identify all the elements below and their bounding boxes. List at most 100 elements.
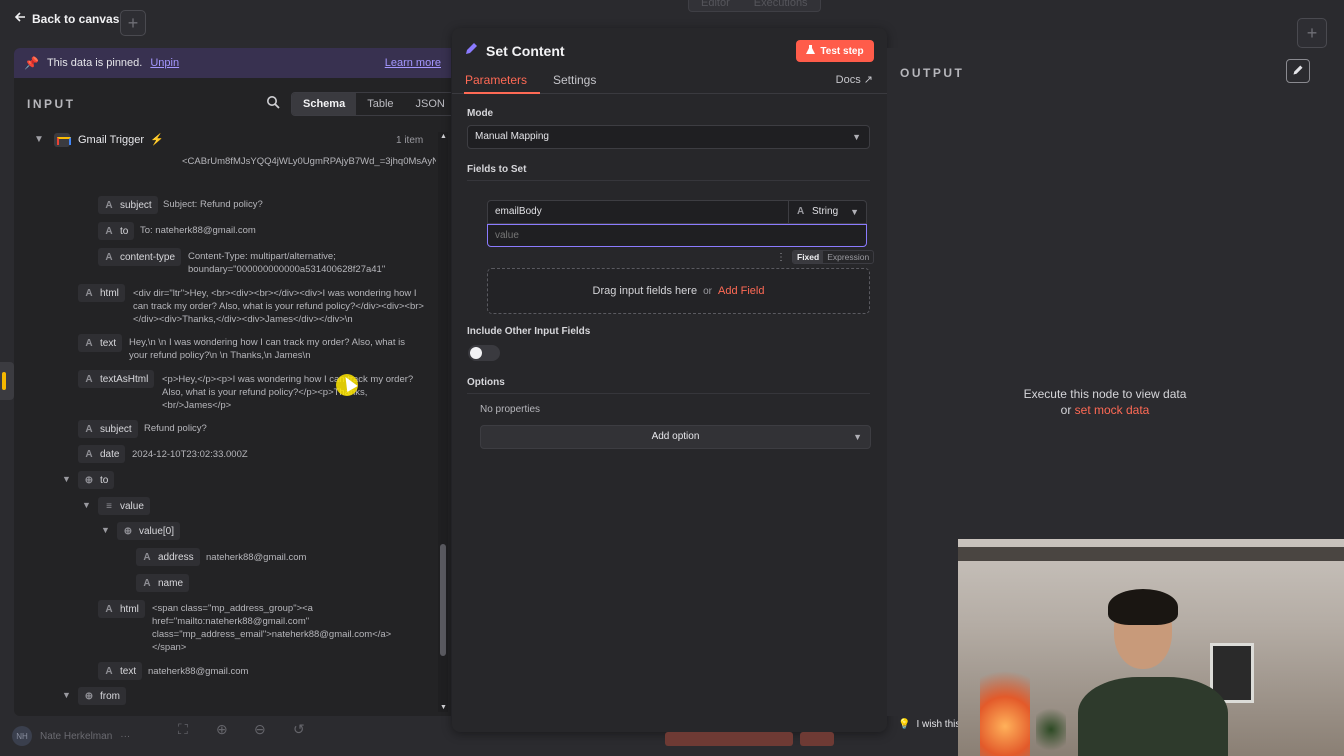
input-title: INPUT: [27, 97, 76, 111]
pencil-icon[interactable]: [464, 42, 478, 59]
unpin-link[interactable]: Unpin: [150, 57, 179, 69]
expression-option[interactable]: Expression: [823, 251, 873, 263]
scroll-down-icon[interactable]: ▼: [440, 704, 447, 711]
mode-toggle: Fixed Expression: [792, 250, 875, 264]
item-count: 1 item: [396, 135, 424, 146]
tab-parameters[interactable]: Parameters: [465, 73, 527, 87]
docs-link[interactable]: Docs ↗: [836, 73, 873, 86]
schema-tree: <CABrUm8fMJsYQQ4jWLy0UgmRPAjyB7Wd_=3jhq0…: [14, 154, 436, 714]
set-mock-data-link[interactable]: set mock data: [1075, 403, 1150, 417]
side-handle[interactable]: [0, 362, 14, 400]
zoom-in-icon[interactable]: ⊕: [216, 721, 228, 738]
schema-key-textashtml[interactable]: AtextAsHtml: [78, 370, 155, 388]
no-properties-text: No properties: [480, 404, 541, 415]
execute-message: Execute this node to view data or set mo…: [977, 386, 1233, 418]
pin-icon: 📌: [24, 56, 39, 70]
field-type-select[interactable]: A String ▼: [788, 200, 867, 224]
add-node-button-right[interactable]: +: [1297, 18, 1327, 48]
schema-key-name[interactable]: Aname: [136, 574, 190, 592]
schema-key-address[interactable]: Aaddress: [136, 548, 200, 566]
schema-value-text: Hey,\n \n I was wondering how I can trac…: [129, 337, 405, 361]
schema-key-content-type[interactable]: Acontent-type: [98, 248, 182, 266]
chevron-down-icon: ▼: [853, 432, 862, 442]
editor-tabs: Editor Executions: [688, 0, 821, 12]
back-to-canvas-link[interactable]: Back to canvas: [14, 11, 119, 26]
schema-key-html-2[interactable]: Ahtml: [98, 600, 145, 618]
reset-view-icon[interactable]: ↺: [293, 721, 305, 738]
input-header: INPUT Schema Table JSON: [14, 92, 451, 116]
back-label: Back to canvas: [32, 11, 120, 26]
execute-or: or: [1060, 403, 1072, 417]
pinned-text: This data is pinned.: [46, 57, 143, 69]
field-value-input[interactable]: value: [487, 224, 867, 247]
scrollbar-thumb[interactable]: [440, 544, 446, 656]
webcam-person-body: [1078, 677, 1228, 756]
feedback-prompt[interactable]: 💡 I wish this: [898, 719, 960, 730]
execute-workflow-button[interactable]: [665, 732, 793, 746]
schema-key-value-0[interactable]: ⊕ value[0]: [117, 522, 181, 540]
scroll-up-icon[interactable]: ▲: [440, 133, 447, 140]
node-title[interactable]: Set Content: [486, 43, 565, 59]
schema-value-date: 2024-12-10T23:02:33.000Z: [132, 449, 248, 460]
test-step-button[interactable]: Test step: [796, 40, 874, 62]
edit-output-button[interactable]: [1286, 59, 1310, 83]
avatar: NH: [12, 726, 32, 746]
pinned-data-banner: 📌 This data is pinned. Unpin Learn more: [14, 48, 451, 78]
arrow-left-icon: [14, 11, 26, 26]
chevron-down-icon[interactable]: ▼: [62, 690, 71, 700]
user-more-icon[interactable]: ···: [120, 731, 130, 742]
schema-key-subject[interactable]: Asubject: [98, 196, 158, 214]
output-title: OUTPUT: [900, 66, 965, 80]
chevron-down-icon[interactable]: ▼: [34, 134, 44, 145]
tab-editor[interactable]: Editor: [689, 0, 742, 11]
webcam-plant: [1036, 703, 1066, 756]
schema-value-subject: Subject: Refund policy?: [163, 199, 263, 210]
view-json[interactable]: JSON: [405, 93, 452, 115]
drop-fields-zone[interactable]: Drag input fields here or Add Field: [487, 268, 870, 314]
toggle-knob: [470, 347, 482, 359]
execute-line: Execute this node to view data: [1023, 387, 1187, 401]
schema-key-date[interactable]: Adate: [78, 445, 126, 463]
chevron-down-icon[interactable]: ▼: [62, 474, 71, 484]
learn-more-link[interactable]: Learn more: [385, 57, 441, 69]
schema-key-value[interactable]: ≡ value: [98, 497, 150, 515]
schema-key-to[interactable]: Ato: [98, 222, 135, 240]
field-name-input[interactable]: emailBody: [487, 200, 789, 224]
more-options-icon[interactable]: ⋮: [776, 252, 786, 263]
schema-key-subject-2[interactable]: Asubject: [78, 420, 138, 438]
lightbulb-icon: 💡: [898, 719, 911, 730]
tab-executions[interactable]: Executions: [742, 0, 820, 11]
delete-button[interactable]: [800, 732, 834, 746]
webcam-person: [1078, 589, 1228, 756]
view-switcher: Schema Table JSON: [291, 92, 451, 116]
schema-key-text-2[interactable]: Atext: [98, 662, 143, 680]
input-node-row[interactable]: ▼ Gmail Trigger ⚡ 1 item: [14, 130, 436, 152]
add-node-button[interactable]: +: [120, 10, 146, 36]
chevron-down-icon[interactable]: ▼: [101, 525, 110, 535]
user-menu[interactable]: NH Nate Herkelman ···: [12, 726, 130, 746]
webcam-overlay: [958, 539, 1344, 756]
fit-view-icon[interactable]: ⛶: [178, 721, 188, 738]
mode-value: Manual Mapping: [475, 131, 549, 142]
view-schema[interactable]: Schema: [292, 93, 357, 115]
schema-key-html[interactable]: Ahtml: [78, 284, 125, 302]
chevron-down-icon[interactable]: ▼: [82, 500, 91, 510]
schema-key-to-object[interactable]: ⊕ to: [78, 471, 115, 489]
mode-select[interactable]: Manual Mapping ▼: [467, 125, 870, 149]
schema-value-to: To: nateherk88@gmail.com: [140, 225, 256, 236]
zoom-out-icon[interactable]: ⊖: [254, 721, 266, 738]
search-icon[interactable]: [266, 95, 282, 111]
message-id-value: <CABrUm8fMJsYQQ4jWLy0UgmRPAjyB7Wd_=3jhq0…: [182, 156, 436, 167]
input-panel: 📌 This data is pinned. Unpin Learn more …: [14, 48, 451, 716]
schema-key-from[interactable]: ⊕ from: [78, 687, 126, 705]
include-other-fields-toggle[interactable]: [468, 345, 500, 361]
add-field-link[interactable]: Add Field: [718, 285, 764, 297]
tab-settings[interactable]: Settings: [553, 73, 596, 87]
user-name: Nate Herkelman: [40, 730, 113, 742]
webcam-ceiling-beam: [958, 547, 1344, 561]
add-option-button[interactable]: Add option ▼: [480, 425, 871, 449]
schema-key-text[interactable]: Atext: [78, 334, 123, 352]
view-table[interactable]: Table: [356, 93, 404, 115]
schema-value-textashtml: <p>Hey,</p><p>I was wondering how I can …: [162, 374, 414, 411]
fixed-option[interactable]: Fixed: [793, 251, 824, 263]
